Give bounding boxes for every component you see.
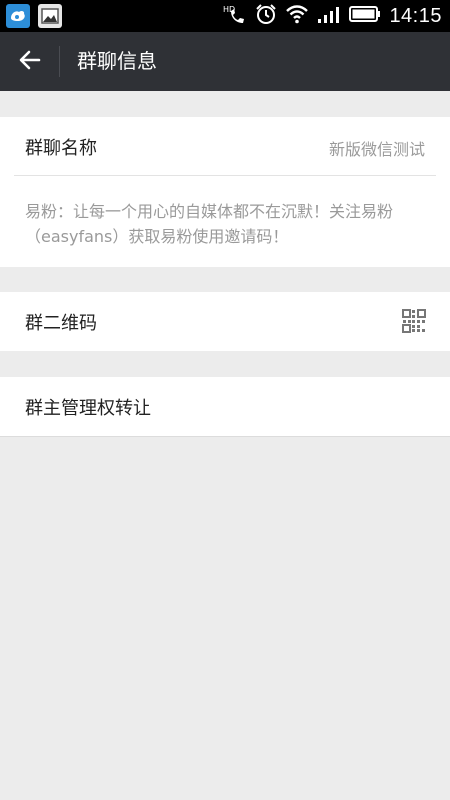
qr-code-label: 群二维码 [25,313,97,334]
battery-icon [349,5,381,27]
alarm-icon [255,3,277,29]
status-bar: HD 14:15 [0,0,450,32]
row-divider [14,175,436,176]
page-title: 群聊信息 [77,49,157,73]
title-divider [59,46,60,77]
signal-icon [317,4,341,28]
transfer-owner-label: 群主管理权转让 [25,398,151,419]
gallery-icon [38,4,62,28]
back-button[interactable] [10,42,50,82]
qr-code-row[interactable]: 群二维码 [0,292,450,351]
qr-code-icon [402,309,426,337]
group-announcement[interactable]: 易粉：让每一个用心的自媒体都不在沉默！关注易粉（easyfans）获取易粉使用邀… [25,199,430,249]
status-time: 14:15 [389,4,442,27]
title-bar: 群聊信息 [0,32,450,91]
group-name-row[interactable]: 群聊名称 新版微信测试 [0,117,450,175]
hd-call-icon: HD [223,3,247,29]
arrow-left-icon [19,50,41,74]
transfer-owner-row[interactable]: 群主管理权转让 [0,377,450,436]
wifi-icon [285,4,309,28]
section-bottom-border [0,436,450,437]
group-name-label: 群聊名称 [25,138,97,159]
group-name-value: 新版微信测试 [328,140,425,159]
weibo-app-icon [6,4,30,28]
